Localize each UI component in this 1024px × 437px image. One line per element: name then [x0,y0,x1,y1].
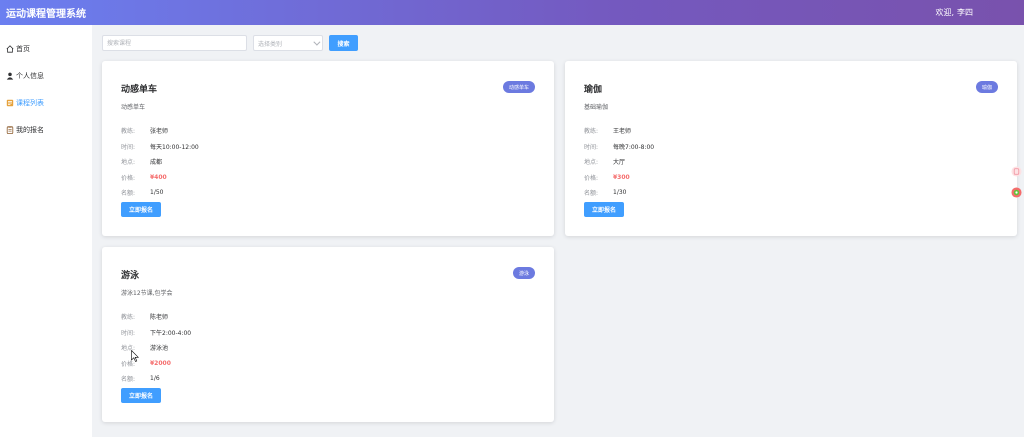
welcome-text: 欢迎, [935,8,954,17]
price-label: 价格: [121,174,136,182]
coach-label: 教练: [121,128,136,136]
time-label: 时间: [121,143,136,151]
assistant-icon[interactable] [1011,187,1022,198]
sidebar-item-course-list[interactable]: 课程列表 [0,89,92,116]
course-title: 动感单车 [121,85,158,95]
course-tag: 游泳 [512,267,535,279]
chevron-down-icon [313,38,321,46]
quota-value: 1/6 [150,375,160,383]
sidebar-item-profile[interactable]: 个人信息 [0,62,92,89]
my-enrollment-icon [6,125,14,134]
coach-label: 教练: [121,314,136,322]
sidebar-item-label: 课程列表 [16,98,44,107]
course-details: 教练: 张老师 时间: 每天10:00-12:00 地点: 成都 价格: ¥400 名额… [121,123,199,201]
location-value: 大厅 [613,159,626,167]
enroll-button[interactable]: 立即报名 [121,388,162,403]
float-widget-icon[interactable] [1011,166,1022,177]
course-list-icon [6,99,14,106]
sidebar-item-home[interactable]: 首页 [0,35,92,62]
search-input[interactable] [102,35,247,51]
course-tag: 动感单车 [502,81,535,93]
sidebar-item-label: 我的报名 [16,125,44,134]
course-description: 游泳12节课,包学会 [121,290,173,297]
search-button[interactable]: 搜索 [329,35,358,51]
course-card: 动感单车 动感单车 动感单车 教练: 张老师 时间: 每天10:00-12:00 地… [102,61,554,236]
quota-value: 1/30 [613,189,627,197]
quota-row: 名额: 1/30 [584,185,654,201]
time-value: 每天10:00-12:00 [150,143,199,151]
time-label: 时间: [121,329,136,337]
home-icon [6,44,14,53]
time-label: 时间: [584,143,599,151]
time-value: 下午2:00-4:00 [150,329,192,337]
course-details: 教练: 陈老师 时间: 下午2:00-4:00 地点: 游泳池 价格: ¥2000 名额… [121,309,191,387]
price-value: ¥400 [150,173,167,181]
category-select[interactable]: 选择类别 [253,35,323,51]
enroll-button[interactable]: 立即报名 [121,202,162,217]
sidebar-menu: 首页 个人信息 课程列表 我的报名 [0,35,92,143]
time-row: 时间: 每晚7:00-8:00 [584,139,654,155]
location-label: 地点: [121,159,136,167]
time-row: 时间: 下午2:00-4:00 [121,325,191,341]
user-icon [6,72,14,80]
coach-value: 王老师 [613,128,632,136]
location-value: 游泳池 [150,345,169,353]
sidebar: 首页 个人信息 课程列表 我的报名 [0,25,92,437]
coach-value: 陈老师 [150,314,169,322]
user-greeting[interactable]: 欢迎, 李四 [935,7,973,18]
course-tag: 瑜伽 [975,81,998,93]
price-row: 价格: ¥400 [121,170,199,186]
course-title: 瑜伽 [584,85,603,95]
user-name[interactable]: 李四 [957,7,973,18]
quota-value: 1/50 [150,189,164,197]
coach-label: 教练: [584,128,599,136]
enroll-button[interactable]: 立即报名 [584,202,625,217]
price-label: 价格: [584,174,599,182]
category-select-placeholder: 选择类别 [258,40,283,48]
app-header: 运动课程管理系统 欢迎, 李四 [0,0,1024,25]
coach-row: 教练: 陈老师 [121,309,191,325]
location-value: 成都 [150,159,163,167]
quota-label: 名额: [584,190,599,198]
coach-row: 教练: 王老师 [584,123,654,139]
sidebar-item-label: 首页 [16,44,30,53]
coach-row: 教练: 张老师 [121,123,199,139]
coach-value: 张老师 [150,128,169,136]
app-title: 运动课程管理系统 [6,9,86,20]
price-row: 价格: ¥300 [584,170,654,186]
sidebar-item-my-enrollment[interactable]: 我的报名 [0,116,92,143]
search-toolbar: 选择类别 搜索 [102,35,358,51]
mouse-cursor-icon [131,350,139,362]
sidebar-item-label: 个人信息 [16,71,44,80]
quota-label: 名额: [121,190,136,198]
location-row: 地点: 成都 [121,154,199,170]
price-value: ¥2000 [150,359,171,367]
course-description: 动感单车 [121,104,146,111]
quota-row: 名额: 1/6 [121,371,191,387]
quota-row: 名额: 1/50 [121,185,199,201]
course-card: 游泳 游泳 游泳12节课,包学会 教练: 陈老师 时间: 下午2:00-4:00 地… [102,247,554,422]
time-row: 时间: 每天10:00-12:00 [121,139,199,155]
location-row: 地点: 大厅 [584,154,654,170]
price-value: ¥300 [613,173,630,181]
course-title: 游泳 [121,271,140,281]
course-description: 基础瑜伽 [584,104,609,111]
time-value: 每晚7:00-8:00 [613,143,655,151]
quota-label: 名额: [121,376,136,384]
course-card: 瑜伽 瑜伽 基础瑜伽 教练: 王老师 时间: 每晚7:00-8:00 地点: 大厅 价… [565,61,1017,236]
location-label: 地点: [584,159,599,167]
course-details: 教练: 王老师 时间: 每晚7:00-8:00 地点: 大厅 价格: ¥300 名额: 1… [584,123,654,201]
